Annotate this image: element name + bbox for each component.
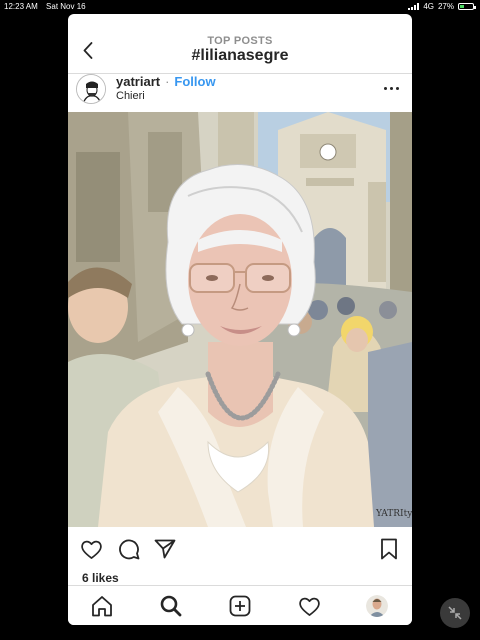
battery-fill (460, 5, 464, 8)
battery-percent: 27% (437, 2, 454, 11)
status-bar: 12:23 AM Sat Nov 16 4G 27% (0, 0, 480, 14)
network-label: 4G (423, 2, 434, 11)
tab-new-post[interactable] (226, 594, 254, 618)
separator-dot: · (165, 74, 170, 89)
username-link[interactable]: yatriart (116, 74, 160, 89)
status-date: Sat Nov 16 (46, 2, 86, 11)
post-actions (68, 534, 412, 564)
page-subtitle: TOP POSTS (207, 35, 273, 47)
comment-button[interactable] (116, 537, 142, 561)
heart-icon (80, 540, 102, 559)
bookmark-icon (381, 538, 397, 560)
comment-icon (119, 539, 140, 560)
activity-heart-icon (298, 597, 320, 616)
tab-home[interactable] (88, 594, 116, 618)
post-header: yatriart · Follow Chieri (68, 74, 412, 110)
shrink-window-button[interactable] (440, 598, 470, 628)
new-post-icon (229, 595, 251, 617)
tab-profile[interactable] (366, 595, 388, 617)
arrows-collapse-icon (448, 606, 462, 620)
signal-icon (408, 3, 420, 10)
page-header: TOP POSTS #lilianasegre (68, 14, 412, 74)
share-button[interactable] (152, 537, 178, 561)
follow-button[interactable]: Follow (174, 74, 215, 89)
more-options-button[interactable] (378, 80, 404, 96)
page-title: #lilianasegre (191, 47, 289, 64)
bottom-tab-bar (68, 585, 412, 625)
home-icon (92, 596, 112, 617)
ellipsis-icon (383, 86, 387, 90)
like-button[interactable] (78, 537, 104, 561)
bookmark-button[interactable] (376, 537, 402, 561)
search-icon (160, 595, 182, 617)
likes-count[interactable]: 6 likes (82, 571, 119, 585)
profile-avatar (366, 595, 388, 617)
tab-search[interactable] (157, 594, 185, 618)
avatar-sketch (77, 75, 105, 103)
instagram-app: TOP POSTS #lilianasegre yatriart · Follow … (68, 14, 412, 625)
username-row: yatriart · Follow (116, 74, 216, 89)
share-icon (154, 539, 176, 559)
battery-icon (458, 3, 476, 10)
location-link[interactable]: Chieri (116, 90, 145, 102)
tab-activity[interactable] (295, 594, 323, 618)
post-image[interactable]: YATRIty (68, 112, 412, 527)
user-avatar[interactable] (76, 74, 106, 104)
status-time: 12:23 AM (4, 2, 38, 11)
artist-signature: YATRIty (375, 509, 412, 519)
portrait-illustration: YATRIty (68, 112, 412, 527)
